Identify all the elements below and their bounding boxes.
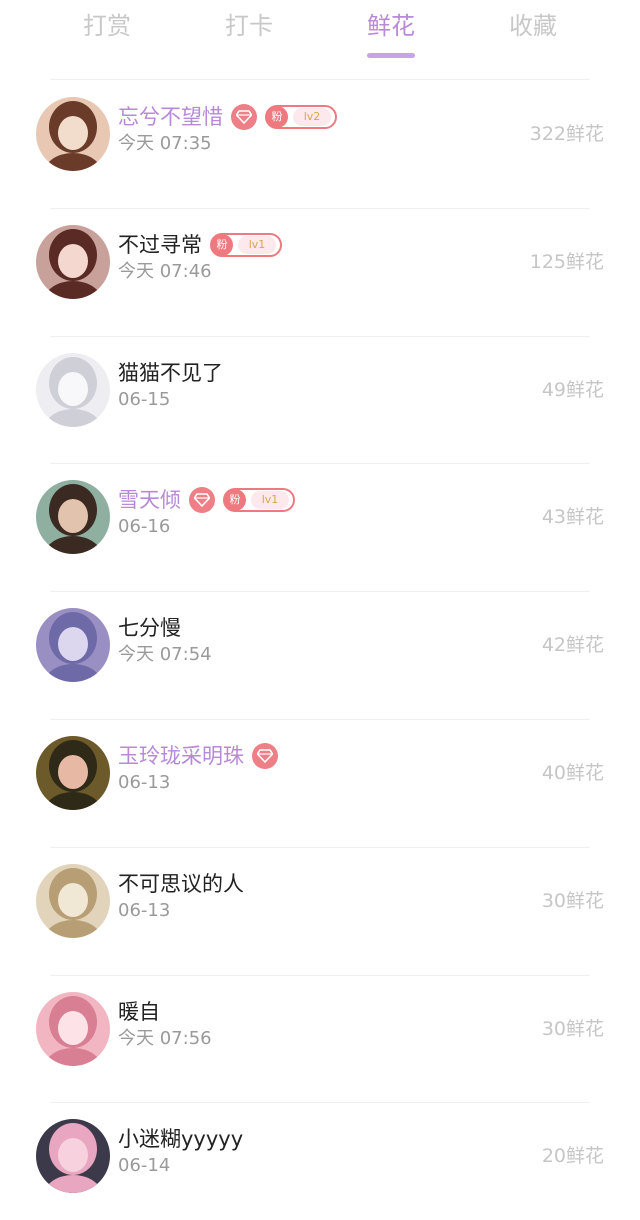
timestamp: 今天 07:46: [118, 260, 212, 282]
flower-count: 43鲜花: [541, 506, 604, 529]
name-line: 不过寻常粉 lv1: [118, 230, 282, 260]
fan-label: 粉: [224, 489, 246, 512]
avatar[interactable]: [36, 608, 110, 683]
list-item[interactable]: 玉玲珑采明珠 06-13 40鲜花: [0, 719, 640, 847]
divider: [50, 79, 590, 80]
tab-bar: 打赏 打卡 鲜花 收藏: [0, 0, 640, 70]
fan-badge: 粉 lv1: [223, 488, 295, 513]
user-name[interactable]: 忘兮不望惜: [118, 102, 223, 132]
timestamp: 今天 07:54: [118, 644, 212, 666]
diamond-icon: [231, 104, 257, 130]
flower-count: 322鲜花: [529, 123, 604, 145]
fan-level: lv1: [238, 235, 276, 254]
fan-level: lv2: [293, 108, 331, 126]
fan-badge: 粉 lv1: [210, 232, 282, 257]
flower-count: 30鲜花: [541, 889, 604, 912]
list-item[interactable]: 雪天倾 粉 lv1 06-16 43鲜花: [0, 463, 640, 591]
fan-badge: 粉 lv2: [265, 105, 337, 129]
name-line: 玉玲珑采明珠: [118, 741, 278, 771]
flower-count: 125鲜花: [529, 250, 604, 273]
name-line: 雪天倾 粉 lv1: [118, 485, 295, 515]
diamond-icon: [252, 743, 278, 769]
avatar[interactable]: [36, 1119, 110, 1194]
avatar[interactable]: [36, 863, 110, 938]
list-item[interactable]: 不过寻常粉 lv1 今天 07:46 125鲜花: [0, 208, 640, 336]
timestamp: 今天 07:56: [118, 1027, 212, 1049]
fan-label: 粉: [266, 106, 288, 128]
avatar[interactable]: [36, 480, 110, 555]
list-item[interactable]: 猫猫不见了 06-15 49鲜花: [0, 336, 640, 464]
user-name[interactable]: 暖自: [118, 997, 160, 1027]
flower-count: 40鲜花: [541, 762, 604, 784]
name-line: 小迷糊yyyyy: [118, 1124, 243, 1154]
timestamp: 06-15: [118, 388, 171, 410]
list-item[interactable]: 七分慢 今天 07:54 42鲜花: [0, 591, 640, 719]
diamond-icon: [189, 487, 215, 514]
timestamp: 06-16: [118, 516, 171, 538]
name-line: 七分慢: [118, 613, 181, 643]
timestamp: 06-14: [118, 1155, 171, 1177]
avatar[interactable]: [36, 97, 110, 171]
user-name[interactable]: 不可思议的人: [118, 869, 244, 899]
user-name[interactable]: 猫猫不见了: [118, 358, 223, 388]
list-item[interactable]: 忘兮不望惜 粉 lv2 今天 07:35 322鲜花: [0, 80, 640, 208]
user-name[interactable]: 不过寻常: [118, 230, 202, 260]
list-item[interactable]: 小迷糊yyyyy 06-14 20鲜花: [0, 1102, 640, 1220]
avatar[interactable]: [36, 224, 110, 299]
flower-count: 49鲜花: [541, 378, 604, 401]
user-name[interactable]: 七分慢: [118, 613, 181, 643]
active-tab-indicator: [367, 53, 415, 58]
tab-flowers[interactable]: 鲜花: [351, 10, 431, 42]
timestamp: 今天 07:35: [118, 133, 212, 154]
name-line: 暖自: [118, 997, 160, 1027]
name-line: 忘兮不望惜 粉 lv2: [118, 102, 337, 132]
tab-checkin[interactable]: 打卡: [209, 10, 289, 42]
tab-favorites[interactable]: 收藏: [493, 10, 573, 42]
list-item[interactable]: 不可思议的人 06-13 30鲜花: [0, 847, 640, 975]
user-name[interactable]: 小迷糊yyyyy: [118, 1124, 243, 1154]
name-line: 猫猫不见了: [118, 358, 223, 388]
fan-level: lv1: [251, 491, 289, 510]
user-name[interactable]: 雪天倾: [118, 485, 181, 515]
name-line: 不可思议的人: [118, 869, 244, 899]
avatar[interactable]: [36, 352, 110, 427]
user-name[interactable]: 玉玲珑采明珠: [118, 741, 244, 771]
timestamp: 06-13: [118, 899, 171, 921]
flower-count: 20鲜花: [541, 1145, 604, 1168]
fan-label: 粉: [211, 233, 233, 256]
timestamp: 06-13: [118, 772, 171, 793]
flower-count: 30鲜花: [541, 1017, 604, 1040]
tab-reward[interactable]: 打赏: [67, 10, 147, 42]
flower-count: 42鲜花: [541, 634, 604, 657]
list-item[interactable]: 暖自 今天 07:56 30鲜花: [0, 975, 640, 1103]
avatar[interactable]: [36, 736, 110, 810]
avatar[interactable]: [36, 991, 110, 1066]
